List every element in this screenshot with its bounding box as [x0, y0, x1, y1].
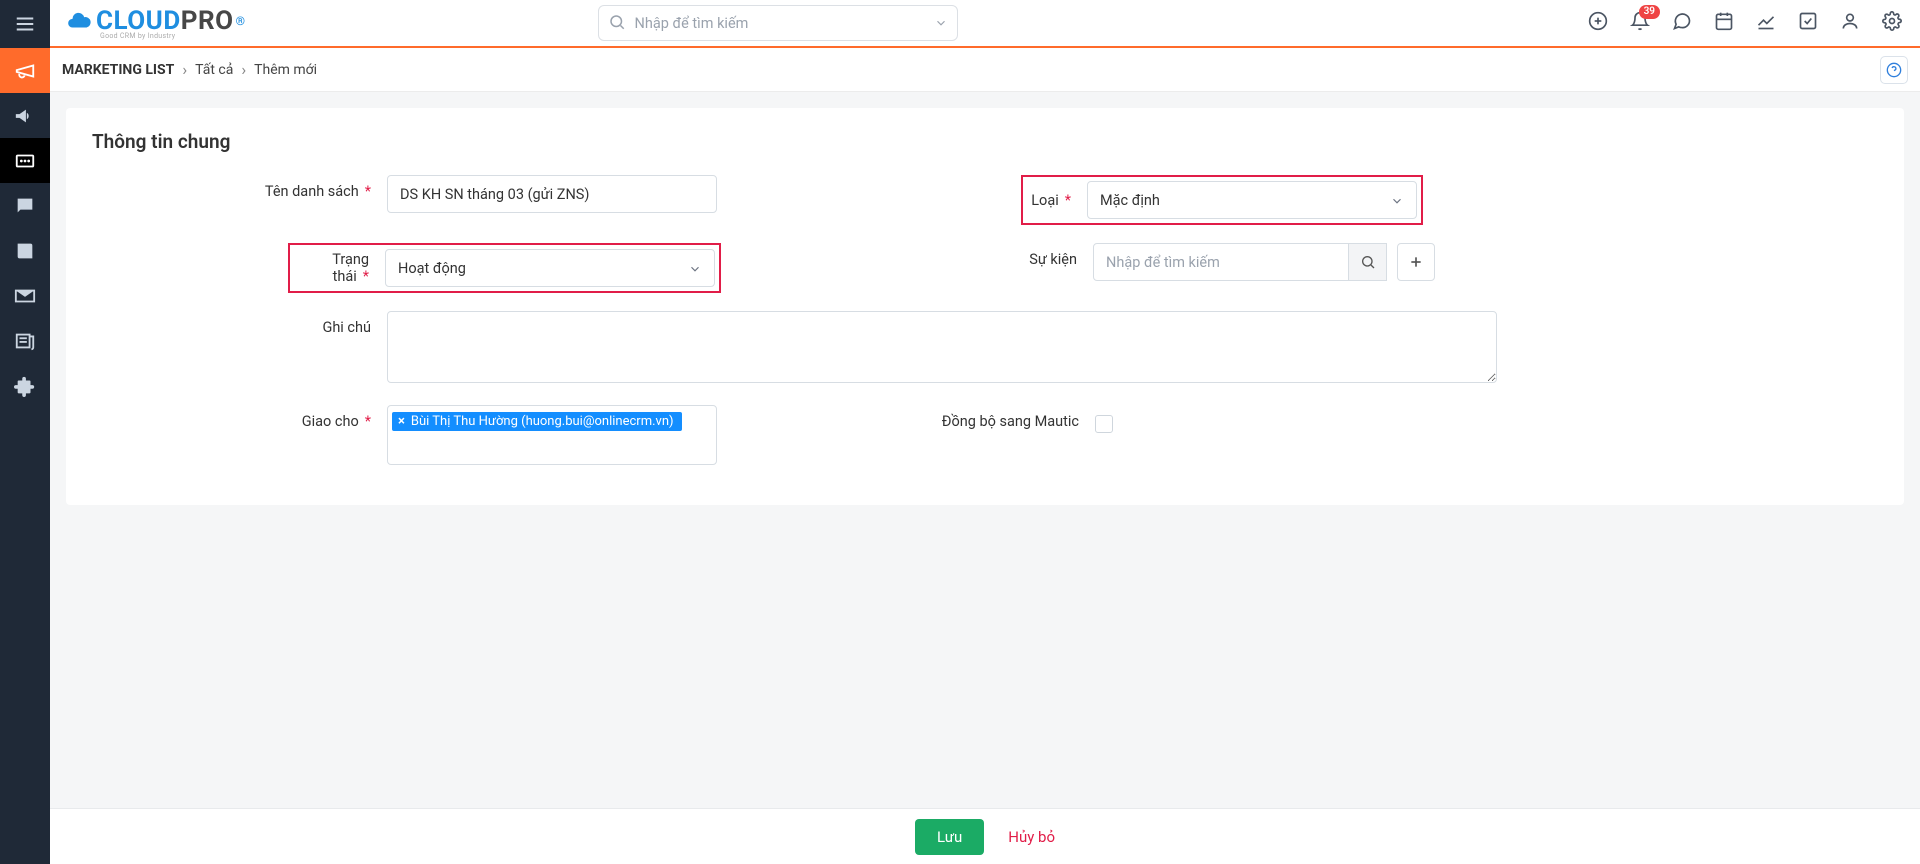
label-sync: Đồng bộ sang Mautic — [942, 413, 1079, 430]
tag-remove-icon[interactable]: × — [398, 414, 405, 429]
breadcrumb: MARKETING LIST › Tất cả › Thêm mới — [50, 48, 1920, 92]
assigned-tagbox[interactable]: × Bùi Thị Thu Hường (huong.bui@onlinecrm… — [387, 405, 717, 465]
chart-icon[interactable] — [1756, 11, 1776, 35]
top-actions: 39 — [1588, 11, 1908, 35]
status-value: Hoạt động — [398, 260, 466, 277]
type-value: Mặc định — [1100, 192, 1160, 209]
required-mark: * — [365, 413, 371, 430]
note-textarea[interactable] — [387, 311, 1497, 383]
content: Thông tin chung Tên danh sách * Loại * Mặc… — [50, 92, 1920, 864]
breadcrumb-root[interactable]: MARKETING LIST — [62, 62, 174, 78]
breadcrumb-level2: Thêm mới — [254, 62, 317, 78]
sidebar-item-plugin[interactable] — [0, 363, 50, 408]
event-search-input[interactable] — [1093, 243, 1349, 281]
topbar: CLOUDPRO® Good CRM by Industry 39 — [50, 0, 1920, 48]
label-note: Ghi chú — [322, 319, 371, 336]
row-status: Trạng thái* Hoạt động — [292, 243, 945, 293]
row-type: Loại * Mặc định — [1025, 175, 1878, 225]
label-type: Loại — [1031, 192, 1059, 209]
calendar-icon[interactable] — [1714, 11, 1734, 35]
breadcrumb-level1[interactable]: Tất cả — [195, 62, 233, 78]
section-title: Thông tin chung — [92, 130, 1878, 153]
chevron-down-icon — [1390, 194, 1404, 212]
save-button[interactable]: Lưu — [915, 819, 984, 855]
form-card: Thông tin chung Tên danh sách * Loại * Mặc… — [66, 108, 1904, 505]
cloud-icon — [62, 8, 96, 34]
sidebar — [0, 0, 50, 864]
sidebar-item-news[interactable] — [0, 318, 50, 363]
global-search-input[interactable] — [598, 5, 958, 41]
search-icon — [608, 13, 626, 35]
sidebar-item-campaign[interactable] — [0, 48, 50, 93]
sync-checkbox[interactable] — [1095, 415, 1113, 433]
menu-toggle[interactable] — [0, 0, 50, 48]
logo-text-2: PRO — [181, 6, 234, 36]
sidebar-item-chat[interactable] — [0, 183, 50, 228]
label-event: Sự kiện — [1029, 251, 1077, 268]
type-select[interactable]: Mặc định — [1087, 181, 1417, 219]
chevron-down-icon — [688, 262, 702, 280]
sidebar-item-list[interactable] — [0, 138, 50, 183]
assigned-tag: × Bùi Thị Thu Hường (huong.bui@onlinecrm… — [392, 412, 682, 431]
task-icon[interactable] — [1798, 11, 1818, 35]
required-mark: * — [363, 268, 369, 285]
bell-icon[interactable]: 39 — [1630, 11, 1650, 35]
row-sync: Đồng bộ sang Mautic — [935, 405, 1878, 465]
row-name: Tên danh sách * — [92, 175, 945, 225]
label-name: Tên danh sách — [265, 183, 359, 200]
label-assigned: Giao cho — [302, 413, 359, 430]
row-note: Ghi chú — [92, 311, 1878, 387]
gear-icon[interactable] — [1882, 11, 1902, 35]
assigned-tag-text: Bùi Thị Thu Hường (huong.bui@onlinecrm.v… — [411, 414, 674, 429]
status-select[interactable]: Hoạt động — [385, 249, 715, 287]
help-button[interactable] — [1880, 56, 1908, 84]
event-search-button[interactable] — [1349, 243, 1387, 281]
footer: Lưu Hủy bỏ — [50, 808, 1920, 864]
name-input[interactable] — [387, 175, 717, 213]
sidebar-item-book[interactable] — [0, 228, 50, 273]
add-icon[interactable] — [1588, 11, 1608, 35]
required-mark: * — [1065, 192, 1071, 209]
cancel-button[interactable]: Hủy bỏ — [1008, 828, 1055, 846]
notification-badge: 39 — [1639, 5, 1660, 19]
row-assigned: Giao cho * × Bùi Thị Thu Hường (huong.bui… — [92, 405, 945, 465]
sidebar-item-mail[interactable] — [0, 273, 50, 318]
row-event: Sự kiện — [1025, 243, 1878, 293]
global-search — [598, 5, 958, 41]
chevron-right-icon: › — [182, 60, 187, 79]
logo-reg: ® — [236, 14, 246, 28]
sidebar-item-announce[interactable] — [0, 93, 50, 138]
logo[interactable]: CLOUDPRO® Good CRM by Industry — [62, 4, 246, 42]
required-mark: * — [365, 183, 371, 200]
comment-icon[interactable] — [1672, 11, 1692, 35]
user-icon[interactable] — [1840, 11, 1860, 35]
chevron-right-icon: › — [241, 60, 246, 79]
event-add-button[interactable] — [1397, 243, 1435, 281]
chevron-down-icon[interactable] — [934, 15, 948, 34]
